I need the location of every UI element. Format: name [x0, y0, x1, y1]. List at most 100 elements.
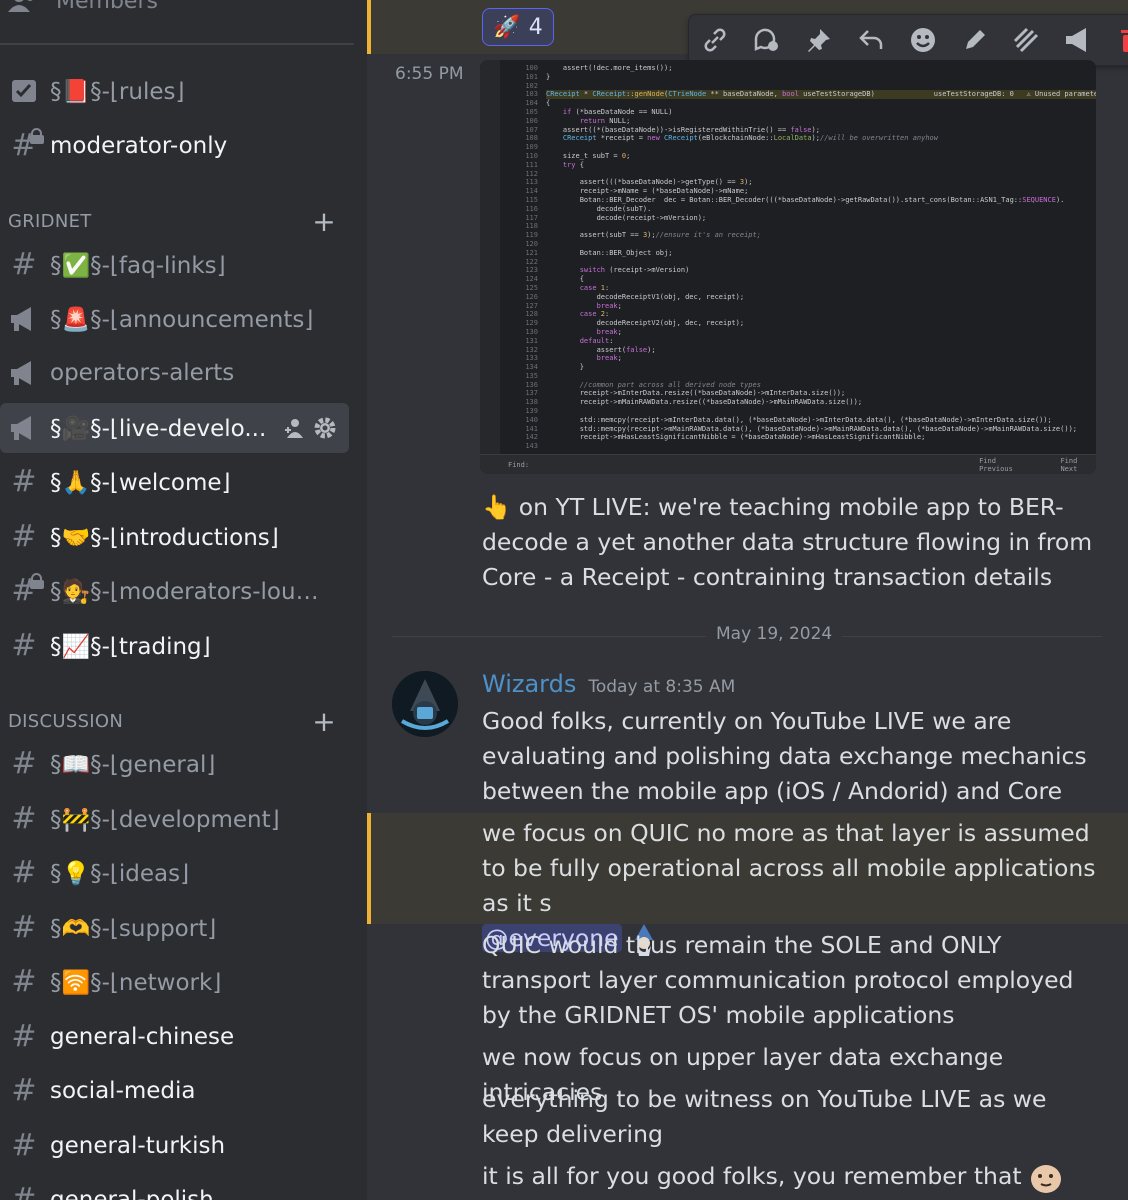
- hash-icon: #: [11, 801, 37, 836]
- channel-label: §🚧§-⌊development⌋: [50, 806, 280, 833]
- channel-social-media[interactable]: # social-media: [0, 1066, 349, 1116]
- channel-support[interactable]: # §🫶§-⌊support⌋: [0, 903, 349, 953]
- category-gridnet[interactable]: GRIDNET +: [8, 205, 348, 238]
- hash-icon: #: [11, 464, 37, 499]
- megaphone-icon: [8, 357, 40, 389]
- channel-trading[interactable]: # §📈§-⌊trading⌋: [0, 621, 349, 671]
- find-bar: Find: Find Previous Find Next: [480, 454, 1096, 474]
- channel-development[interactable]: # §🚧§-⌊development⌋: [0, 794, 349, 844]
- hash-icon: #: [11, 746, 37, 781]
- channel-network[interactable]: # §🛜§-⌊network⌋: [0, 957, 349, 1007]
- members-item[interactable]: Members: [0, 0, 158, 16]
- message-timestamp: Today at 8:35 AM: [588, 677, 736, 697]
- channel-label: §🙏§-⌊welcome⌋: [50, 469, 231, 496]
- add-channel-button[interactable]: +: [312, 705, 336, 738]
- locked-hash-icon: #: [8, 128, 44, 162]
- channel-label: general-polish: [50, 1187, 214, 1200]
- delete-icon[interactable]: [1115, 24, 1128, 56]
- channel-general[interactable]: # §📖§-⌊general⌋: [0, 739, 349, 789]
- channel-label: §💡§-⌊ideas⌋: [50, 860, 190, 887]
- thread-icon[interactable]: [751, 24, 783, 56]
- channel-label: moderator-only: [50, 133, 228, 159]
- channel-announcements[interactable]: §🚨§-⌊announcements⌋: [0, 294, 349, 344]
- category-label: GRIDNET: [8, 211, 92, 232]
- channel-rules[interactable]: §📕§-⌊rules⌋: [0, 66, 349, 116]
- locked-hash-icon: #: [8, 573, 44, 607]
- line-numbers: 100 101 102 103 104 105 106 107 108 109 110 111 112 1…: [525, 64, 538, 451]
- author-name[interactable]: Wizards: [482, 670, 576, 698]
- channel-moderator-only[interactable]: # moderator-only: [0, 121, 349, 171]
- hash-icon: #: [11, 247, 37, 282]
- hash-icon: #: [11, 519, 37, 554]
- date-separator: May 19, 2024: [706, 624, 843, 644]
- code-screenshot-image[interactable]: 100 101 102 103 104 105 106 107 108 109 110 111 112 1…: [480, 60, 1096, 474]
- hash-icon: #: [11, 855, 37, 890]
- pin-icon[interactable]: [803, 24, 835, 56]
- channel-sidebar: Members §📕§-⌊rules⌋ # moderator-only GRI…: [0, 0, 367, 1200]
- message-text: 👆 on YT LIVE: we're teaching mobile app …: [482, 493, 1093, 591]
- hash-icon: #: [11, 910, 37, 945]
- editor-sidebar: [480, 60, 500, 474]
- channel-label: §🛜§-⌊network⌋: [50, 969, 222, 996]
- message-text: QUIC would thus remain the SOLE and ONLY…: [482, 931, 1074, 1029]
- avatar[interactable]: [392, 671, 458, 737]
- channel-label: social-media: [50, 1078, 196, 1104]
- reaction-rocket[interactable]: 🚀 4: [482, 8, 554, 46]
- channel-label: §📖§-⌊general⌋: [50, 751, 216, 778]
- channel-faq-links[interactable]: # §✅§-⌊faq-links⌋: [0, 240, 349, 290]
- channel-label: general-turkish: [50, 1133, 226, 1159]
- message-time: 6:55 PM: [395, 64, 464, 84]
- members-label: Members: [56, 0, 158, 14]
- emoji-icon[interactable]: [907, 24, 939, 56]
- add-channel-button[interactable]: +: [312, 205, 336, 238]
- channel-label: operators-alerts: [50, 360, 235, 386]
- channel-label: §✅§-⌊faq-links⌋: [50, 252, 226, 279]
- channel-welcome[interactable]: # §🙏§-⌊welcome⌋: [0, 457, 349, 507]
- channel-general-chinese[interactable]: # general-chinese: [0, 1012, 349, 1062]
- megaphone-icon: [8, 412, 40, 444]
- channel-label: §📈§-⌊trading⌋: [50, 633, 211, 660]
- channel-general-polish[interactable]: # general-polish: [0, 1175, 349, 1200]
- channel-label: §🤝§-⌊introductions⌋: [50, 524, 279, 551]
- hash-icon: #: [11, 1019, 37, 1054]
- channel-label: §🎥§-⌊live-develo...: [50, 415, 267, 442]
- hash-icon: #: [11, 964, 37, 999]
- message-area: 🚀 4 6:55 PM 100 101 102 103 104 105 106 107 108 1…: [367, 0, 1128, 1200]
- divider: [0, 43, 354, 45]
- thinking-emoji-icon: [1031, 1164, 1062, 1193]
- category-label: DISCUSSION: [8, 711, 124, 732]
- category-discussion[interactable]: DISCUSSION +: [8, 705, 348, 738]
- message-toolbar: [688, 14, 1128, 66]
- hash-icon: #: [11, 1073, 37, 1108]
- channel-moderators-lounge[interactable]: # §🧑‍⚖️§-⌊moderators-loun...: [0, 566, 349, 616]
- hash-icon: #: [11, 628, 37, 663]
- channel-label: §🧑‍⚖️§-⌊moderators-loun...: [50, 578, 332, 605]
- channel-introductions[interactable]: # §🤝§-⌊introductions⌋: [0, 512, 349, 562]
- message-text: everything to be witness on YouTube LIVE…: [482, 1085, 1047, 1148]
- members-icon: [8, 0, 33, 12]
- message-line: we focus on QUIC no more as that layer i…: [482, 819, 1096, 917]
- channel-ideas[interactable]: # §💡§-⌊ideas⌋: [0, 848, 349, 898]
- message-line: it is all for you good folks, you rememb…: [482, 1162, 1022, 1190]
- channel-live-development[interactable]: §🎥§-⌊live-develo...: [0, 403, 349, 453]
- message-text: it is all for you good folks, you rememb…: [482, 1159, 1102, 1194]
- channel-operators-alerts[interactable]: operators-alerts: [0, 348, 349, 398]
- announce-icon[interactable]: [1063, 24, 1095, 56]
- rocket-icon: 🚀: [493, 14, 521, 40]
- reply-icon[interactable]: [855, 24, 887, 56]
- forward-icon[interactable]: [1011, 24, 1043, 56]
- message-header: Wizards Today at 8:35 AM: [482, 670, 735, 698]
- channel-general-turkish[interactable]: # general-turkish: [0, 1121, 349, 1171]
- channel-label: §🚨§-⌊announcements⌋: [50, 306, 314, 333]
- link-icon[interactable]: [699, 24, 731, 56]
- gear-icon[interactable]: [313, 416, 337, 440]
- reaction-count: 4: [528, 14, 543, 40]
- channel-label: general-chinese: [50, 1024, 235, 1050]
- rules-icon: [8, 75, 40, 107]
- hash-icon: #: [11, 1128, 37, 1163]
- channel-label: §📕§-⌊rules⌋: [50, 78, 185, 105]
- hash-icon: #: [11, 1182, 37, 1200]
- megaphone-icon: [8, 303, 40, 335]
- create-invite-icon[interactable]: [283, 416, 307, 440]
- edit-icon[interactable]: [959, 24, 991, 56]
